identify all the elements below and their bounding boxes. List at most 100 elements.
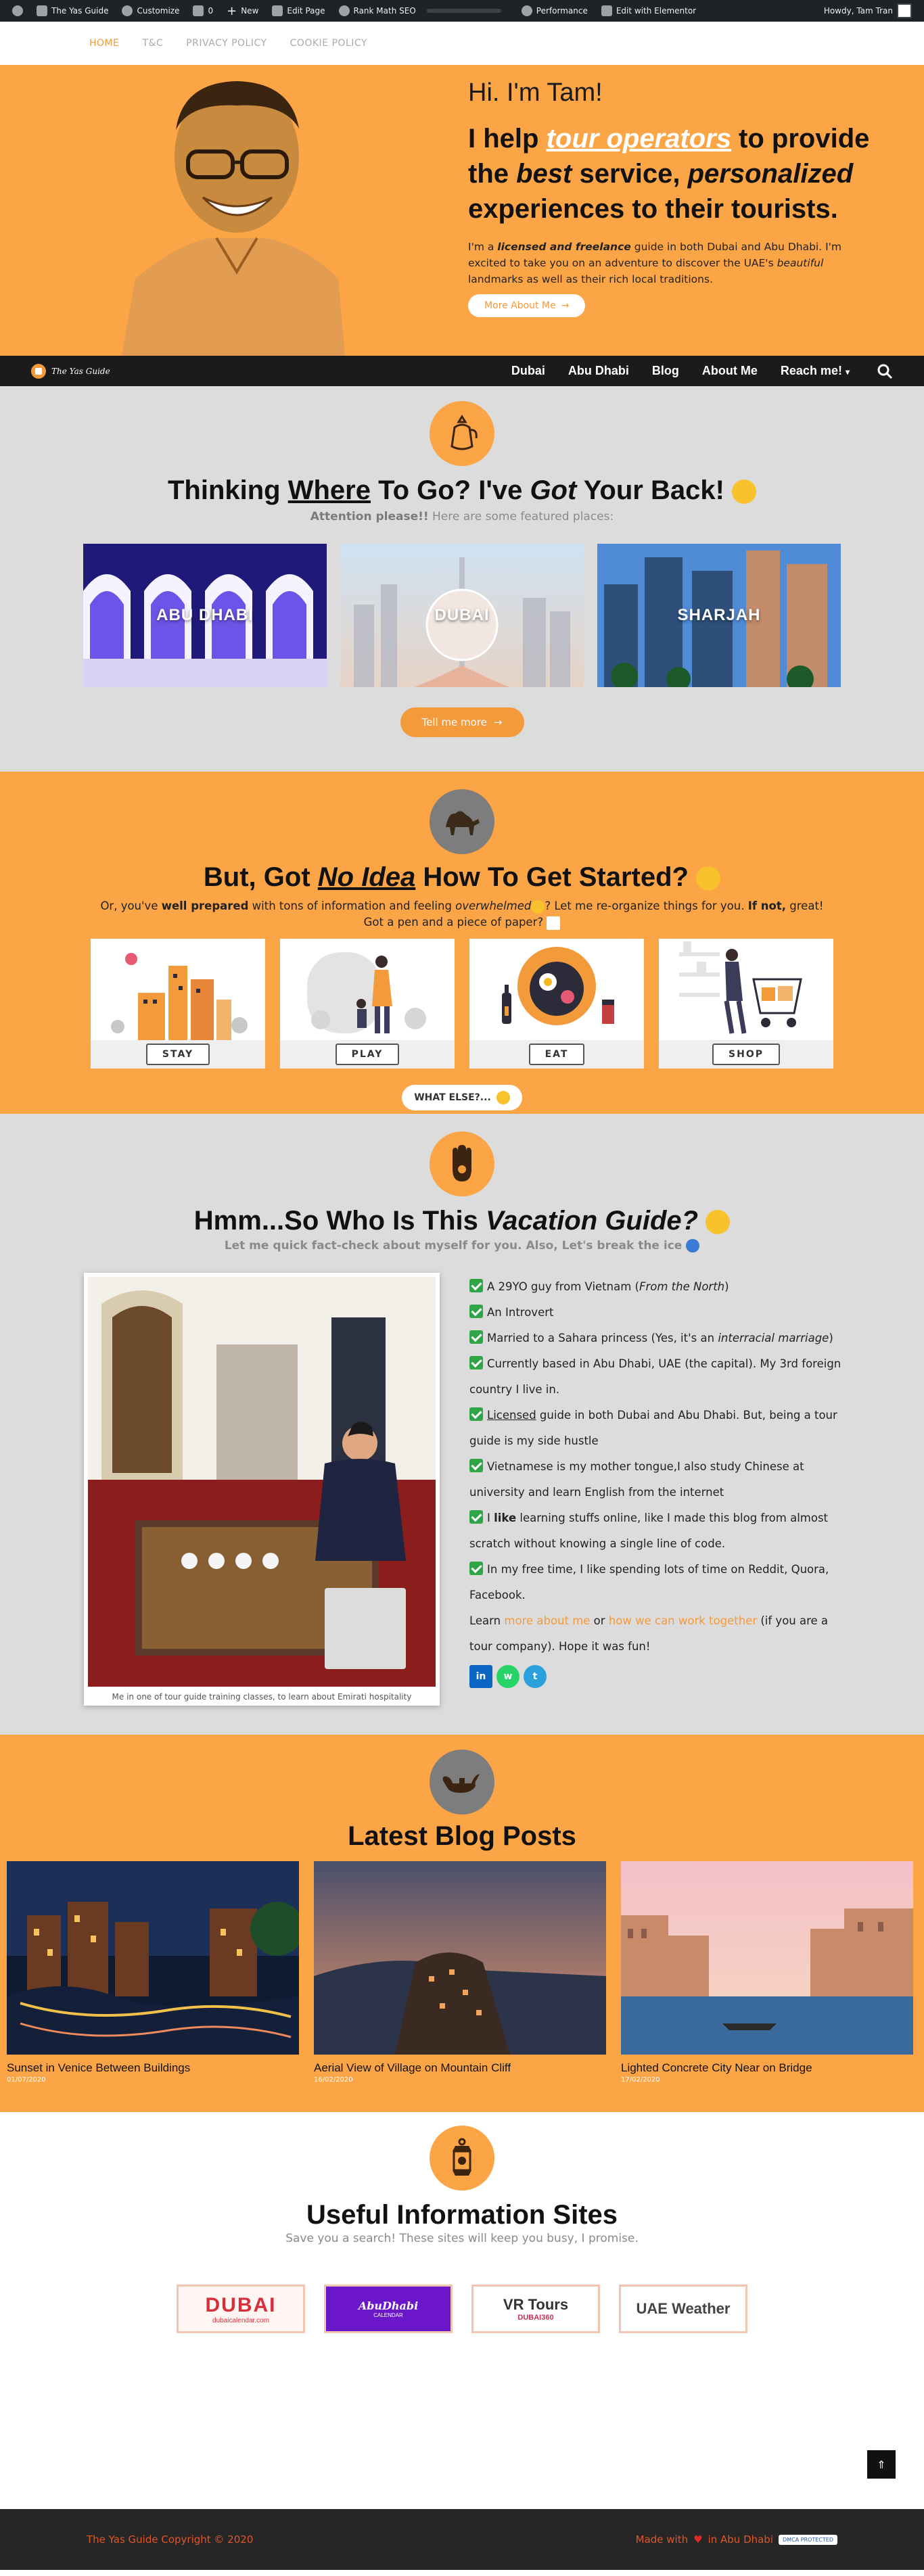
blog-post-card[interactable]: Sunset in Venice Between Buildings 01/07…: [7, 1861, 304, 2084]
card-stay[interactable]: STAY: [91, 939, 265, 1069]
card-eat[interactable]: EAT: [469, 939, 644, 1069]
nav-item-blog[interactable]: Blog: [652, 364, 679, 378]
arrow-right-icon: →: [561, 300, 570, 311]
lantern-icon: [430, 2126, 494, 2191]
thinking-emoji-icon: [696, 866, 721, 891]
site-vr-tours[interactable]: VR Tours DUBAI360: [471, 2285, 600, 2333]
wordpress-logo-button[interactable]: [5, 0, 30, 22]
telegram-icon[interactable]: t: [524, 1665, 547, 1688]
eat-button[interactable]: EAT: [528, 1044, 585, 1065]
footer-copyright: The Yas Guide Copyright © 2020: [87, 2533, 254, 2546]
footer: The Yas Guide Copyright © 2020 Made with…: [0, 2509, 924, 2570]
camel-logo-icon: [31, 363, 46, 379]
post-title[interactable]: Lighted Concrete City Near on Bridge: [621, 2061, 913, 2075]
fact-item: A 29YO guy from Vietnam (From the North): [469, 1274, 848, 1300]
toplink-tc[interactable]: T&C: [142, 38, 163, 49]
wordpress-icon: [12, 5, 23, 16]
linkedin-icon[interactable]: in: [469, 1665, 492, 1688]
avatar: [897, 3, 912, 18]
admin-customize[interactable]: Customize: [115, 0, 186, 22]
search-icon[interactable]: [877, 363, 893, 379]
performance-icon: [521, 5, 532, 16]
nav-item-dubai[interactable]: Dubai: [511, 364, 545, 378]
nav-item-reach-me[interactable]: Reach me! ▾: [781, 364, 850, 378]
card-play[interactable]: PLAY: [280, 939, 455, 1069]
card-shop[interactable]: SHOP: [659, 939, 833, 1069]
fact-item: In my free time, I like spending lots of…: [469, 1562, 829, 1601]
about-photo-frame: Me in one of tour guide training classes…: [84, 1273, 440, 1706]
admin-performance[interactable]: Performance: [515, 0, 595, 22]
fact-item: Vietnamese is my mother tongue,I also st…: [469, 1459, 804, 1499]
nav-item-about-me[interactable]: About Me: [702, 364, 758, 378]
where-title: Thinking Where To Go? I've Got Your Back…: [0, 475, 924, 506]
play-button[interactable]: PLAY: [335, 1044, 400, 1065]
brand-logo-link[interactable]: The Yas Guide: [31, 363, 110, 379]
admin-comments[interactable]: 0: [186, 0, 220, 22]
checkmark-icon: [469, 1459, 483, 1472]
rank-math-icon: [338, 5, 350, 16]
useful-title: Useful Information Sites: [306, 2200, 618, 2230]
about-section: Hmm...So Who Is This Vacation Guide? Let…: [0, 1114, 924, 1735]
toplink-privacy[interactable]: PRIVACY POLICY: [186, 38, 267, 49]
post-date: 01/07/2020: [7, 2076, 46, 2084]
thinking-emoji-icon: [706, 1210, 731, 1235]
tour-operators-link[interactable]: tour operators: [547, 124, 731, 154]
admin-account[interactable]: Howdy, Tam Tran: [817, 0, 919, 22]
what-else-button[interactable]: WHAT ELSE?...: [402, 1085, 522, 1110]
admin-new[interactable]: + New: [220, 0, 265, 22]
site-uae-weather[interactable]: UAE Weather: [619, 2285, 747, 2333]
tell-me-more-button[interactable]: Tell me more →: [400, 707, 524, 737]
comment-icon: [193, 5, 204, 16]
admin-site-name[interactable]: The Yas Guide: [30, 0, 115, 22]
site-abudhabi-calendar[interactable]: AbuDhabi CALENDAR: [324, 2285, 453, 2333]
nav-item-abu-dhabi[interactable]: Abu Dhabi: [568, 364, 629, 378]
admin-edit-page[interactable]: Edit Page: [265, 0, 331, 22]
thinking-emoji-icon: [496, 1091, 510, 1104]
toplink-home[interactable]: HOME: [89, 38, 119, 49]
dizzy-emoji-icon: [531, 899, 545, 914]
back-to-top-button[interactable]: ⇑: [867, 2450, 896, 2479]
useful-sites-section: Useful Information Sites Save you a sear…: [0, 2112, 924, 2509]
hamsa-icon: [430, 1131, 494, 1196]
hero-description: I'm a licensed and freelance guide in bo…: [468, 241, 842, 285]
chevron-down-icon: ▾: [845, 367, 850, 377]
about-photo-caption: Me in one of tour guide training classes…: [112, 1692, 412, 1702]
raising-hand-emoji-icon: [686, 1239, 700, 1252]
heart-icon: ♥: [693, 2533, 703, 2546]
fact-item: An Introvert: [469, 1300, 848, 1326]
post-image: [7, 1861, 304, 2055]
more-about-me-link[interactable]: more about me: [504, 1614, 590, 1627]
blog-post-card[interactable]: Lighted Concrete City Near on Bridge 17/…: [621, 1861, 913, 2084]
blog-post-card[interactable]: Aerial View of Village on Mountain Cliff…: [314, 1861, 606, 2084]
started-intro: Or, you've well prepared with tons of in…: [100, 899, 824, 930]
toplink-cookie[interactable]: COOKIE POLICY: [290, 38, 367, 49]
dmca-badge[interactable]: DMCA PROTECTED: [779, 2534, 837, 2545]
place-card-sharjah[interactable]: SHARJAH: [597, 544, 841, 687]
top-links: HOME T&C PRIVACY POLICY COOKIE POLICY: [0, 22, 924, 65]
admin-elementor[interactable]: Edit with Elementor: [595, 0, 703, 22]
magic-lamp-icon: [430, 1750, 494, 1814]
place-card-dubai[interactable]: DUBAI: [340, 544, 584, 687]
place-card-abu-dhabi[interactable]: ABU DHABI: [83, 544, 327, 687]
checkmark-icon: [469, 1562, 483, 1575]
fact-item: I like learning stuffs online, like I ma…: [469, 1510, 829, 1550]
who-subtitle: Let me quick fact-check about myself for…: [0, 1239, 924, 1252]
home-icon: [37, 5, 47, 16]
admin-rank-math[interactable]: Rank Math SEO: [332, 0, 515, 22]
shop-button[interactable]: SHOP: [712, 1044, 780, 1065]
post-title[interactable]: Sunset in Venice Between Buildings: [7, 2061, 299, 2075]
fact-item: Married to a Sahara princess (Yes, it's …: [469, 1326, 848, 1351]
get-started-section: But, Got No Idea How To Get Started? Or,…: [0, 772, 924, 1114]
blog-title: Latest Blog Posts: [348, 1821, 576, 1851]
licensed-link[interactable]: Licensed: [487, 1409, 536, 1422]
seo-score-bar: [426, 9, 501, 13]
post-title[interactable]: Aerial View of Village on Mountain Cliff: [314, 2061, 606, 2075]
more-about-me-button[interactable]: More About Me →: [468, 294, 586, 317]
stay-button[interactable]: STAY: [145, 1044, 210, 1065]
who-title: Hmm...So Who Is This Vacation Guide?: [0, 1206, 924, 1236]
work-together-link[interactable]: how we can work together: [609, 1614, 757, 1627]
site-dubai-calendar[interactable]: DUBAI dubaicalendar.com: [177, 2285, 305, 2333]
double-chevron-up-icon: ⇑: [877, 2458, 886, 2471]
arrow-right-icon: →: [493, 716, 503, 728]
whatsapp-icon[interactable]: w: [496, 1665, 519, 1688]
